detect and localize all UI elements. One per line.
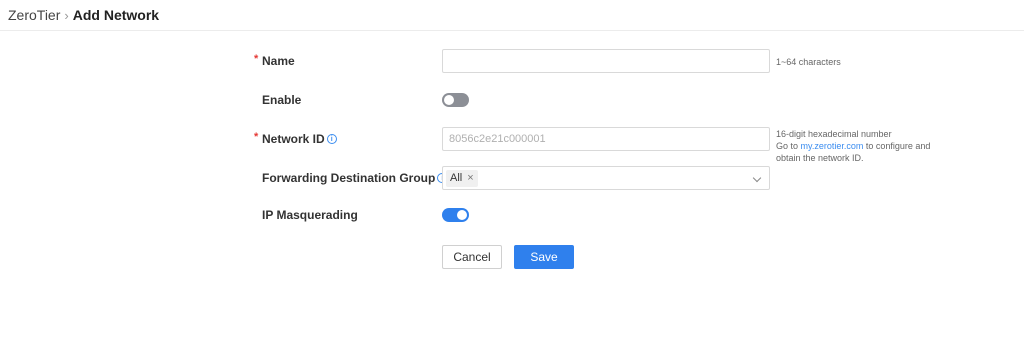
selected-tag-label: All xyxy=(450,172,463,184)
name-input[interactable] xyxy=(442,49,770,73)
ip-masquerading-toggle[interactable] xyxy=(442,208,469,222)
network-id-input[interactable] xyxy=(442,127,770,151)
network-id-hint: 16-digit hexadecimal number Go to my.zer… xyxy=(776,128,930,164)
name-label: Name xyxy=(262,54,295,68)
selected-tag: All × xyxy=(446,169,478,187)
chevron-right-icon: › xyxy=(64,7,69,23)
page-title: Add Network xyxy=(72,7,160,23)
cancel-button[interactable]: Cancel xyxy=(442,245,502,269)
required-marker: * xyxy=(254,131,259,143)
forwarding-group-label-wrap: Forwarding Destination Group i xyxy=(262,166,448,190)
breadcrumb-root[interactable]: ZeroTier xyxy=(8,7,60,23)
name-hint: 1~64 characters xyxy=(776,57,841,67)
enable-toggle[interactable] xyxy=(442,93,469,107)
network-id-hint-line2: Go to my.zerotier.com to configure and xyxy=(776,140,930,152)
hint-after-text: to configure and xyxy=(863,141,931,151)
forwarding-group-label: Forwarding Destination Group xyxy=(262,171,436,185)
enable-label: Enable xyxy=(262,93,302,107)
name-row: * Name 1~64 characters xyxy=(0,49,1024,73)
network-id-row: * Network ID i 16-digit hexadecimal numb… xyxy=(0,127,1024,163)
network-id-hint-line1: 16-digit hexadecimal number xyxy=(776,129,892,139)
info-icon[interactable]: i xyxy=(326,134,337,144)
forwarding-group-select[interactable]: All × xyxy=(442,166,770,190)
hint-go-text: Go to xyxy=(776,141,801,151)
close-icon[interactable]: × xyxy=(467,172,473,184)
save-button[interactable]: Save xyxy=(514,245,574,269)
ip-masquerading-row: IP Masquerading xyxy=(0,203,1024,227)
enable-row: Enable xyxy=(0,88,1024,112)
toggle-knob xyxy=(457,210,467,220)
chevron-down-icon[interactable] xyxy=(752,173,762,183)
network-id-label: Network ID xyxy=(262,132,325,146)
forwarding-group-row: Forwarding Destination Group i All × xyxy=(0,166,1024,190)
ip-masquerading-label: IP Masquerading xyxy=(262,208,358,222)
network-id-hint-line3: obtain the network ID. xyxy=(776,153,864,163)
toggle-knob xyxy=(444,95,454,105)
required-marker: * xyxy=(254,53,259,65)
breadcrumb: ZeroTier › Add Network xyxy=(0,0,1024,31)
zerotier-link[interactable]: my.zerotier.com xyxy=(801,141,864,151)
network-id-label-wrap: Network ID i xyxy=(262,127,337,151)
